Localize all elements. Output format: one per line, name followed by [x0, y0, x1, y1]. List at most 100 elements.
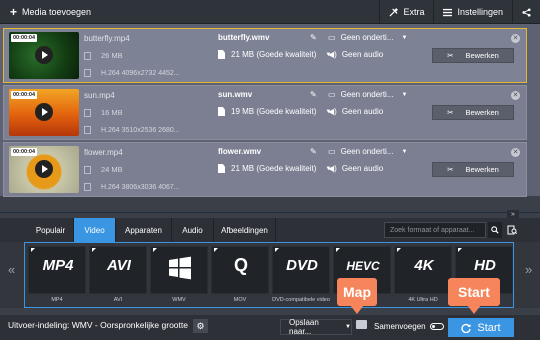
- scroll-right-icon[interactable]: »: [525, 262, 532, 277]
- caret-down-icon: ▼: [345, 324, 351, 330]
- file-row[interactable]: 00:00:04 sun.mp4 16 MB H.264 3510x2536 2…: [3, 85, 527, 140]
- mp4-icon: MP4: [42, 257, 74, 274]
- bottom-bar: Uitvoer-indeling: WMV - Oorspronkelijke …: [0, 315, 540, 340]
- file-list: 00:00:04 butterfly.mp4 26 MB H.264 4096x…: [0, 24, 540, 197]
- output-file-name[interactable]: butterfly.wmv: [218, 33, 269, 42]
- source-file-name: sun.mp4: [84, 91, 115, 100]
- duration-badge: 00:00:04: [11, 148, 38, 156]
- source-file-size: 24 MB: [101, 165, 123, 174]
- output-size-dropdown[interactable]: 21 MB (Goede kwaliteit) ▼: [218, 50, 331, 59]
- source-file-name: flower.mp4: [84, 148, 123, 157]
- video-thumbnail[interactable]: 00:00:04: [9, 32, 79, 79]
- remove-file-icon[interactable]: ✕: [511, 91, 520, 100]
- merge-toggle[interactable]: Samenvoegen: [374, 322, 444, 331]
- format-label: MOV: [233, 297, 247, 303]
- top-toolbar: + Media toevoegen Extra Instellingen: [0, 0, 540, 24]
- play-icon[interactable]: [35, 160, 53, 178]
- refresh-icon: [461, 323, 472, 333]
- remove-file-icon[interactable]: ✕: [511, 148, 520, 157]
- rename-pencil-icon[interactable]: ✎: [310, 147, 317, 156]
- format-wmv[interactable]: [150, 246, 208, 294]
- format-search-input[interactable]: Zoek formaat of apparaat...: [384, 222, 486, 238]
- format-label: WMV: [172, 297, 186, 303]
- document-icon: [218, 50, 225, 59]
- file-icon: [84, 108, 91, 117]
- settings-button[interactable]: Instellingen: [433, 0, 512, 24]
- format-label: AVI: [113, 297, 123, 303]
- file-row[interactable]: 00:00:04 flower.mp4 24 MB H.264 3806x303…: [3, 142, 527, 197]
- caret-down-icon: ▼: [401, 34, 408, 41]
- scissors-icon: ✂: [447, 108, 454, 117]
- tools-icon: [389, 7, 399, 17]
- tab-populair[interactable]: Populair: [28, 218, 74, 242]
- extra-button[interactable]: Extra: [379, 0, 433, 24]
- video-thumbnail[interactable]: 00:00:04: [9, 146, 79, 193]
- add-media-button[interactable]: + Media toevoegen: [4, 3, 97, 21]
- document-icon: [218, 107, 225, 116]
- folder-icon[interactable]: [356, 320, 367, 329]
- subtitles-dropdown[interactable]: ▭ Geen onderti... ▼: [328, 147, 407, 156]
- settings-label: Instellingen: [457, 7, 503, 17]
- merge-label: Samenvoegen: [374, 322, 426, 331]
- search-icon[interactable]: [488, 222, 502, 238]
- tab-audio[interactable]: Audio: [172, 218, 214, 242]
- edit-button[interactable]: ✂ Bewerken: [432, 162, 514, 177]
- source-codec: H.264 4096x2732 4452...: [101, 69, 180, 77]
- panel-divider: [0, 212, 540, 213]
- format-avi[interactable]: AVI: [89, 246, 147, 294]
- scissors-icon: ✂: [447, 51, 454, 60]
- tab-afbeeldingen[interactable]: Afbeeldingen: [214, 218, 276, 242]
- share-icon: [522, 7, 531, 17]
- format-4k[interactable]: 4K: [394, 246, 452, 294]
- subtitles-label: Geen onderti...: [340, 33, 394, 42]
- source-file-size: 26 MB: [101, 51, 123, 60]
- edit-button[interactable]: ✂ Bewerken: [432, 48, 514, 63]
- subtitles-dropdown[interactable]: ▭ Geen onderti... ▼: [328, 33, 407, 42]
- toggle-switch-icon[interactable]: [429, 323, 444, 330]
- speaker-icon: ◀): [328, 107, 337, 116]
- file-row[interactable]: 00:00:04 butterfly.mp4 26 MB H.264 4096x…: [3, 28, 527, 83]
- avi-icon: AVI: [107, 257, 131, 274]
- format-dvd[interactable]: DVD: [272, 246, 330, 294]
- rename-pencil-icon[interactable]: ✎: [310, 90, 317, 99]
- output-size-dropdown[interactable]: 19 MB (Goede kwaliteit) ▼: [218, 107, 331, 116]
- tab-apparaten[interactable]: Apparaten: [116, 218, 172, 242]
- save-location-dropdown[interactable]: Opslaan naar... ▼: [280, 318, 352, 336]
- format-mov[interactable]: Q: [211, 246, 269, 294]
- edit-button[interactable]: ✂ Bewerken: [432, 105, 514, 120]
- source-file-size: 16 MB: [101, 108, 123, 117]
- format-tiles: MP4 MP4 AVI AVI WMV Q MOV DVD DVD-compat…: [24, 242, 514, 308]
- audio-dropdown[interactable]: ◀) Geen audio: [328, 164, 383, 173]
- share-button[interactable]: [512, 0, 540, 24]
- source-codec: H.264 3806x3036 4067...: [101, 183, 180, 191]
- scissors-icon: ✂: [447, 165, 454, 174]
- start-button[interactable]: Start: [448, 318, 514, 337]
- audio-dropdown[interactable]: ◀) Geen audio: [328, 107, 383, 116]
- caret-down-icon: ▼: [401, 148, 408, 155]
- format-label: 4K Ultra HD: [408, 297, 438, 303]
- scroll-left-icon[interactable]: «: [8, 262, 15, 277]
- hd-icon: HD: [474, 257, 496, 274]
- output-file-name[interactable]: sun.wmv: [218, 90, 252, 99]
- rename-pencil-icon[interactable]: ✎: [310, 33, 317, 42]
- gear-icon[interactable]: ⚙: [193, 319, 208, 333]
- subtitles-dropdown[interactable]: ▭ Geen onderti... ▼: [328, 90, 407, 99]
- output-size-dropdown[interactable]: 21 MB (Goede kwaliteit) ▼: [218, 164, 331, 173]
- speaker-icon: ◀): [328, 50, 337, 59]
- source-codec: H.264 3510x2536 2680...: [101, 126, 180, 134]
- subtitles-icon: ▭: [328, 33, 336, 42]
- subtitles-icon: ▭: [328, 147, 336, 156]
- audio-label: Geen audio: [341, 164, 384, 173]
- format-mp4[interactable]: MP4: [28, 246, 86, 294]
- video-thumbnail[interactable]: 00:00:04: [9, 89, 79, 136]
- device-detect-icon[interactable]: [505, 222, 519, 238]
- remove-file-icon[interactable]: ✕: [511, 34, 520, 43]
- output-size-label: 21 MB (Goede kwaliteit): [231, 50, 317, 59]
- audio-dropdown[interactable]: ◀) Geen audio: [328, 50, 383, 59]
- subtitles-label: Geen onderti...: [340, 147, 394, 156]
- speaker-icon: ◀): [328, 164, 337, 173]
- tab-video[interactable]: Video: [74, 218, 116, 242]
- output-file-name[interactable]: flower.wmv: [218, 147, 261, 156]
- play-icon[interactable]: [35, 103, 53, 121]
- play-icon[interactable]: [35, 46, 53, 64]
